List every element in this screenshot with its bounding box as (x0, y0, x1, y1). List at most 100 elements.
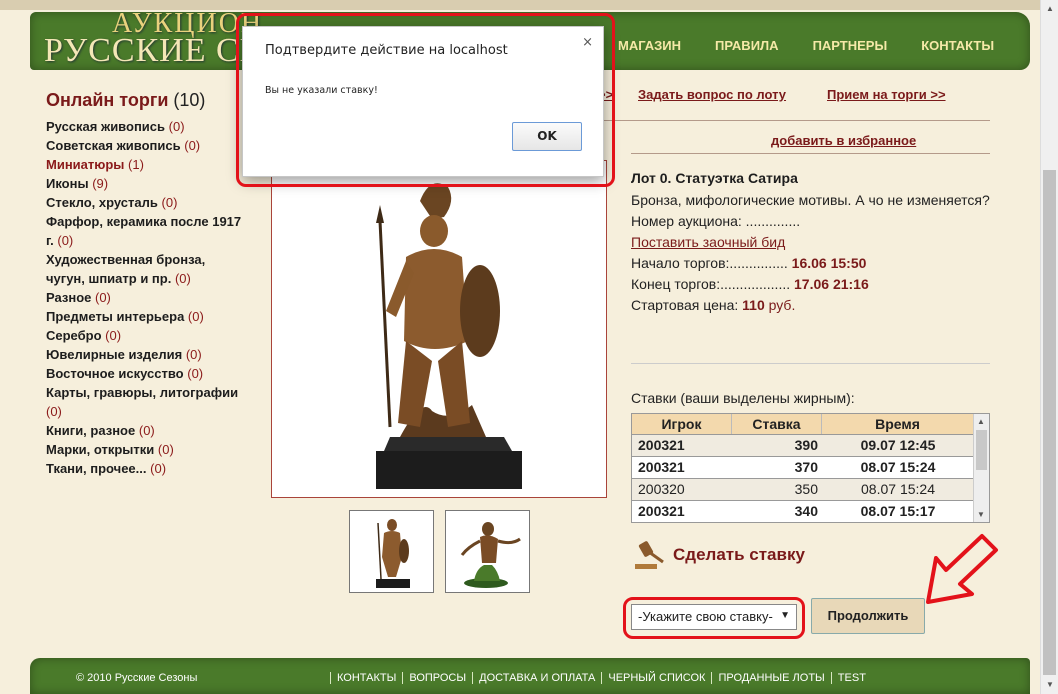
category-label: Разное (46, 290, 92, 305)
category-list: Русская живопись (0) Советская живопись (… (46, 117, 246, 478)
category-label: Стекло, хрусталь (46, 195, 158, 210)
confirm-dialog: Подтвердите действие на localhost × Вы н… (242, 26, 604, 177)
auction-number: Номер аукциона: .............. (631, 213, 801, 229)
make-bid-label: Сделать ставку (673, 545, 805, 564)
footer-questions[interactable]: ВОПРОСЫ (402, 672, 472, 684)
gavel-icon (635, 541, 664, 569)
sidebar-title-count: (10) (173, 90, 206, 110)
bid-amount: 370 (794, 459, 818, 475)
dialog-title: Подтвердите действие на localhost (265, 43, 508, 58)
sidebar-category[interactable]: Иконы (9) (46, 174, 246, 193)
category-label: Фарфор, керамика после 1917 г. (46, 214, 242, 248)
sidebar-category[interactable]: Стекло, хрусталь (0) (46, 193, 246, 212)
category-label: Русская живопись (46, 119, 166, 134)
bid-amount-select[interactable]: -Укажите свою ставку- ▼ (631, 604, 797, 630)
bid-time: 09.07 12:45 (860, 437, 936, 453)
footer-delivery[interactable]: ДОСТАВКА И ОПЛАТА (472, 672, 601, 684)
price-row: Стартовая цена: 110 руб. (631, 295, 991, 316)
nav-rules[interactable]: ПРАВИЛА (715, 38, 779, 53)
sidebar-category[interactable]: Серебро (0) (46, 326, 246, 345)
end-row: Конец торгов:.................. 17.06 21… (631, 274, 991, 295)
end-value: 17.06 21:16 (794, 276, 869, 292)
main-lot-image[interactable] (271, 160, 607, 498)
col-player: Игрок (632, 414, 732, 434)
ask-question-link[interactable]: Задать вопрос по лоту (638, 87, 786, 102)
divider-favorite (631, 153, 990, 154)
category-count: (0) (46, 404, 62, 419)
bid-time: 08.07 15:17 (860, 503, 936, 519)
bid-row: 200320 350 08.07 15:24 (632, 479, 989, 501)
category-count: (0) (57, 233, 74, 248)
category-label: Книги, разное (46, 423, 136, 438)
thumbnail-1[interactable] (349, 510, 434, 593)
sidebar-category[interactable]: Ткани, прочее... (0) (46, 459, 246, 478)
lot-title: Лот 0. Статуэтка Сатира (631, 170, 798, 186)
scroll-down-icon[interactable]: ▼ (977, 510, 985, 519)
chevron-down-icon: ▼ (780, 610, 790, 621)
sidebar-category[interactable]: Восточное искусство (0) (46, 364, 246, 383)
thumbnail-2[interactable] (445, 510, 530, 593)
bids-scroll-thumb[interactable] (976, 430, 987, 470)
dialog-ok-button[interactable]: OK (512, 122, 582, 151)
nav-partners[interactable]: ПАРТНЕРЫ (813, 38, 888, 53)
category-count: (0) (168, 119, 185, 134)
lot-description: Бронза, мифологические мотивы. А чо не и… (631, 192, 990, 208)
footer-contacts[interactable]: КОНТАКТЫ (330, 672, 402, 684)
sidebar-category[interactable]: Книги, разное (0) (46, 421, 246, 440)
category-count: (0) (161, 195, 178, 210)
divider-lot (631, 363, 990, 364)
accept-to-auction-link[interactable]: Прием на торги >> (827, 87, 946, 102)
footer-blacklist[interactable]: ЧЕРНЫЙ СПИСОК (601, 672, 711, 684)
category-count: (0) (187, 309, 204, 324)
copyright: © 2010 Русские Сезоны (76, 672, 198, 684)
start-label: Начало торгов:............... (631, 255, 788, 271)
page-scroll-thumb[interactable] (1043, 170, 1056, 675)
category-count: (0) (95, 290, 111, 305)
price-label: Стартовая цена: (631, 297, 739, 313)
sidebar-category[interactable]: Марки, открытки (0) (46, 440, 246, 459)
category-label: Ткани, прочее... (46, 461, 147, 476)
statue-illustration (376, 183, 522, 489)
sidebar-category[interactable]: Разное (0) (46, 288, 246, 307)
red-arrow-icon (926, 534, 998, 604)
bid-rows: 200321 390 09.07 12:45 200321 370 08.07 15:24… (632, 435, 989, 522)
page-scroll-down-icon[interactable]: ▼ (1046, 680, 1054, 689)
category-label: Предметы интерьера (46, 309, 185, 324)
category-count: (0) (174, 271, 191, 286)
continue-button[interactable]: Продолжить (811, 598, 925, 634)
sidebar-category[interactable]: Карты, гравюры, литографии (0) (46, 383, 246, 421)
footer-test[interactable]: TEST (830, 672, 872, 684)
sidebar-category[interactable]: Ювелирные изделия (0) (46, 345, 246, 364)
close-icon[interactable]: × (582, 35, 593, 50)
page-scroll-up-icon[interactable]: ▲ (1046, 4, 1054, 13)
col-amount: Ставка (732, 414, 822, 434)
nav-shop[interactable]: МАГАЗИН (618, 38, 681, 53)
bid-select-value: -Укажите свою ставку- (638, 609, 773, 624)
category-count: (0) (187, 366, 204, 381)
footer-sold-lots[interactable]: ПРОДАННЫЕ ЛОТЫ (711, 672, 830, 684)
dialog-message: Вы не указали ставку! (265, 85, 378, 96)
add-favorite-link[interactable]: добавить в избранное (771, 133, 916, 148)
nav-contacts[interactable]: КОНТАКТЫ (921, 38, 994, 53)
sidebar-category[interactable]: Фарфор, керамика после 1917 г. (0) (46, 212, 246, 250)
bid-player: 200321 (638, 459, 685, 475)
bid-amount: 350 (794, 481, 818, 497)
bids-scrollbar[interactable]: ▲ ▼ (973, 414, 989, 522)
category-count: (0) (184, 138, 201, 153)
absentee-bid-link[interactable]: Поставить заочный бид (631, 234, 785, 250)
divider-top (604, 120, 990, 121)
sidebar-category[interactable]: Русская живопись (0) (46, 117, 246, 136)
bid-player: 200321 (638, 503, 685, 519)
col-time: Время (822, 414, 974, 434)
sidebar-category[interactable]: Миниатюры (1) (46, 155, 246, 174)
bid-amount: 390 (794, 437, 818, 453)
page-scrollbar[interactable]: ▲ ▼ (1040, 0, 1058, 694)
scroll-up-icon[interactable]: ▲ (977, 417, 985, 426)
sidebar-title: Онлайн торги (10) (46, 90, 246, 111)
start-value: 16.06 15:50 (791, 255, 867, 271)
sidebar-category[interactable]: Художественная бронза, чугун, шпиатр и п… (46, 250, 246, 288)
sidebar: Онлайн торги (10) Русская живопись (0) Со… (46, 90, 246, 478)
sidebar-category[interactable]: Предметы интерьера (0) (46, 307, 246, 326)
sidebar-category[interactable]: Советская живопись (0) (46, 136, 246, 155)
category-count: (0) (105, 328, 122, 343)
